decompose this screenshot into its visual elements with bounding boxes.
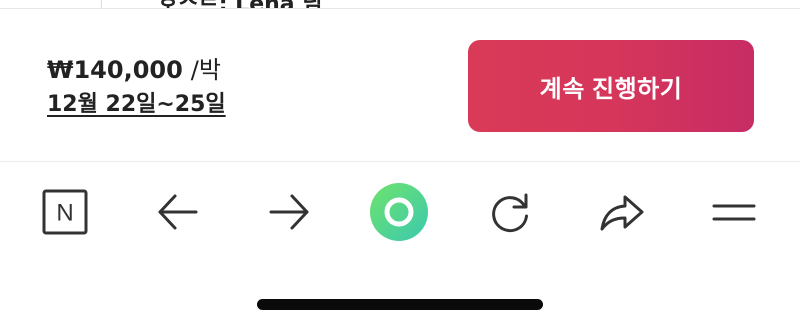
booking-bar: ₩140,000/박 12월 22일~25일 계속 진행하기 — [0, 9, 800, 161]
svg-text:N: N — [56, 200, 73, 227]
price-line: ₩140,000/박 — [47, 56, 221, 84]
green-circle-home-icon — [370, 183, 428, 241]
date-range-link[interactable]: 12월 22일~25일 — [47, 92, 226, 118]
reload-icon — [492, 193, 528, 233]
forward-button[interactable] — [265, 188, 313, 236]
reload-button[interactable] — [486, 188, 534, 236]
home-indicator-bar[interactable] — [257, 299, 543, 310]
share-icon — [600, 195, 644, 231]
naver-n-icon: N — [42, 189, 88, 235]
forward-arrow-icon — [269, 194, 309, 230]
share-button[interactable] — [598, 188, 646, 236]
green-home-button[interactable] — [369, 182, 429, 242]
nightly-price: ₩140,000 — [47, 56, 183, 84]
menu-button[interactable] — [710, 188, 758, 236]
browser-toolbar: N — [0, 162, 800, 262]
back-button[interactable] — [154, 188, 202, 236]
continue-button[interactable]: 계속 진행하기 — [468, 40, 754, 132]
mobile-browser-page: 호스트: Lena 님 ₩140,000/박 12월 22일~25일 계속 진행… — [0, 0, 800, 326]
naver-home-button[interactable]: N — [41, 188, 89, 236]
menu-icon — [712, 204, 756, 221]
back-arrow-icon — [158, 194, 198, 230]
price-unit: /박 — [190, 56, 221, 84]
